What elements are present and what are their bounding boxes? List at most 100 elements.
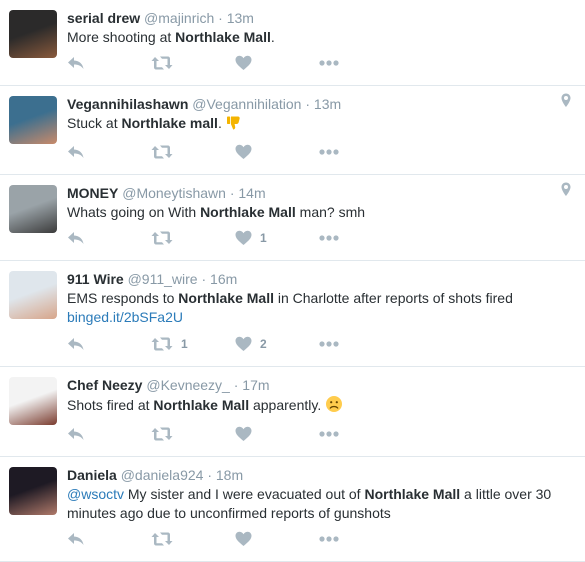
display-name[interactable]: serial drew bbox=[67, 10, 140, 26]
more-button[interactable] bbox=[319, 60, 403, 66]
highlighted-term: Northlake Mall bbox=[200, 204, 296, 220]
more-button[interactable] bbox=[319, 431, 403, 437]
retweet-button[interactable] bbox=[151, 531, 235, 547]
highlighted-term: Northlake Mall bbox=[364, 486, 461, 502]
tweet-text: Shots fired at Northlake Mall apparently… bbox=[67, 395, 565, 418]
reply-icon bbox=[67, 230, 85, 246]
tweet-item[interactable]: serial drew @majinrich · 13m More shootin… bbox=[0, 0, 585, 86]
reply-button[interactable] bbox=[67, 230, 151, 246]
avatar[interactable] bbox=[9, 377, 57, 425]
like-button[interactable]: 1 bbox=[235, 230, 319, 246]
like-icon bbox=[235, 336, 252, 352]
text-segment: Whats going on With bbox=[67, 204, 201, 220]
like-button[interactable] bbox=[235, 144, 319, 160]
tweet-header: serial drew @majinrich · 13m bbox=[67, 9, 565, 27]
tweet-item[interactable]: MONEY @Moneytishawn · 14m Whats going on … bbox=[0, 175, 585, 261]
tweet-actions bbox=[67, 53, 403, 73]
timeline: serial drew @majinrich · 13m More shootin… bbox=[0, 0, 585, 562]
highlighted-term: Northlake mall bbox=[121, 115, 218, 131]
display-name[interactable]: Chef Neezy bbox=[67, 377, 142, 393]
retweet-icon bbox=[151, 336, 173, 352]
more-icon bbox=[319, 149, 339, 155]
tweet-header: Vegannihilashawn @Vegannihilation · 13m bbox=[67, 95, 565, 113]
reply-icon bbox=[67, 531, 85, 547]
tweet-text: Stuck at Northlake mall. bbox=[67, 114, 565, 136]
like-button[interactable] bbox=[235, 426, 319, 442]
tweet-item[interactable]: 911 Wire @911_wire · 16m EMS responds to … bbox=[0, 261, 585, 367]
like-icon bbox=[235, 55, 252, 71]
timestamp[interactable]: 13m bbox=[314, 96, 341, 112]
text-segment: More shooting at bbox=[67, 29, 176, 45]
timestamp[interactable]: 14m bbox=[238, 185, 265, 201]
retweet-button[interactable] bbox=[151, 426, 235, 442]
reply-button[interactable] bbox=[67, 55, 151, 71]
more-icon bbox=[319, 536, 339, 542]
more-button[interactable] bbox=[319, 235, 403, 241]
like-button[interactable]: 2 bbox=[235, 336, 319, 352]
reply-icon bbox=[67, 144, 85, 160]
tweet-link[interactable]: binged.it/2bSFa2U bbox=[67, 309, 183, 325]
location-pin-icon[interactable] bbox=[561, 93, 571, 113]
retweet-button[interactable] bbox=[151, 230, 235, 246]
like-button[interactable] bbox=[235, 531, 319, 547]
display-name[interactable]: Daniela bbox=[67, 467, 117, 483]
retweet-button[interactable] bbox=[151, 55, 235, 71]
like-icon bbox=[235, 144, 252, 160]
display-name[interactable]: MONEY bbox=[67, 185, 118, 201]
timestamp[interactable]: 18m bbox=[216, 467, 243, 483]
reply-button[interactable] bbox=[67, 426, 151, 442]
text-segment: apparently. bbox=[249, 397, 326, 413]
reply-button[interactable] bbox=[67, 144, 151, 160]
separator-dot: · bbox=[305, 96, 311, 112]
retweet-button[interactable]: 1 bbox=[151, 336, 235, 352]
tweet-text: More shooting at Northlake Mall. bbox=[67, 28, 565, 47]
tweet-actions: 1 bbox=[67, 228, 403, 248]
more-button[interactable] bbox=[319, 536, 403, 542]
tweet-text: EMS responds to Northlake Mall in Charlo… bbox=[67, 289, 565, 327]
tweet-actions: 12 bbox=[67, 334, 403, 354]
reply-icon bbox=[67, 336, 85, 352]
display-name[interactable]: Vegannihilashawn bbox=[67, 96, 188, 112]
like-button[interactable] bbox=[235, 55, 319, 71]
highlighted-term: Northlake Mall bbox=[178, 290, 274, 306]
more-button[interactable] bbox=[319, 341, 403, 347]
reply-button[interactable] bbox=[67, 531, 151, 547]
avatar[interactable] bbox=[9, 96, 57, 144]
more-button[interactable] bbox=[319, 149, 403, 155]
timestamp[interactable]: 16m bbox=[210, 271, 237, 287]
avatar[interactable] bbox=[9, 185, 57, 233]
tweet-header: MONEY @Moneytishawn · 14m bbox=[67, 184, 565, 202]
text-segment: . bbox=[270, 29, 275, 45]
like-icon bbox=[235, 426, 252, 442]
tweet-item[interactable]: Daniela @daniela924 · 18m @wsoctv My sist… bbox=[0, 457, 585, 562]
username[interactable]: @911_wire bbox=[128, 271, 198, 287]
tweet-item[interactable]: Vegannihilashawn @Vegannihilation · 13m S… bbox=[0, 86, 585, 175]
username[interactable]: @Vegannihilation bbox=[192, 96, 301, 112]
tweet-text: Whats going on With Northlake Mall man? … bbox=[67, 203, 565, 222]
timestamp[interactable]: 13m bbox=[227, 10, 254, 26]
more-icon bbox=[319, 235, 339, 241]
text-segment: Stuck at bbox=[67, 115, 122, 131]
reply-button[interactable] bbox=[67, 336, 151, 352]
separator-dot: · bbox=[229, 185, 235, 201]
tweet-header: 911 Wire @911_wire · 16m bbox=[67, 270, 565, 288]
username[interactable]: @Kevneezy_ bbox=[146, 377, 229, 393]
highlighted-term: Northlake Mall bbox=[175, 29, 271, 45]
retweet-button[interactable] bbox=[151, 144, 235, 160]
tweet-link[interactable]: @wsoctv bbox=[67, 486, 124, 502]
reply-icon bbox=[67, 426, 85, 442]
tweet-item[interactable]: Chef Neezy @Kevneezy_ · 17m Shots fired a… bbox=[0, 367, 585, 457]
avatar[interactable] bbox=[9, 10, 57, 58]
tweet-actions bbox=[67, 529, 403, 549]
avatar[interactable] bbox=[9, 271, 57, 319]
tweet-actions bbox=[67, 142, 403, 162]
display-name[interactable]: 911 Wire bbox=[67, 271, 124, 287]
separator-dot: · bbox=[233, 377, 239, 393]
username[interactable]: @majinrich bbox=[144, 10, 214, 26]
location-pin-icon[interactable] bbox=[561, 182, 571, 202]
retweet-icon bbox=[151, 531, 173, 547]
username[interactable]: @Moneytishawn bbox=[122, 185, 226, 201]
timestamp[interactable]: 17m bbox=[242, 377, 269, 393]
username[interactable]: @daniela924 bbox=[121, 467, 204, 483]
avatar[interactable] bbox=[9, 467, 57, 515]
